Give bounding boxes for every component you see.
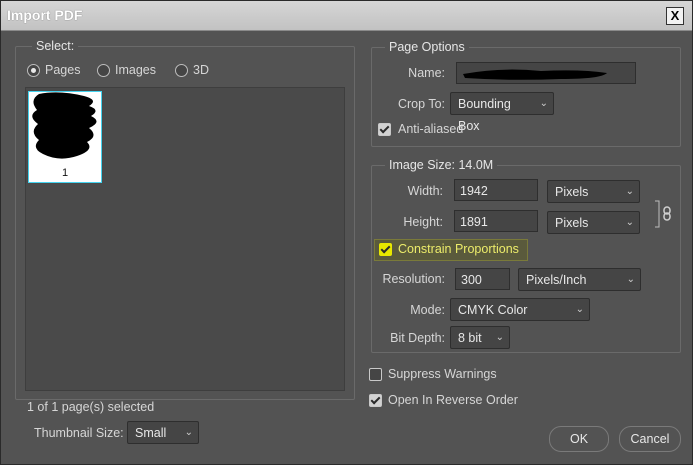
chevron-down-icon: ⌄ <box>495 332 504 343</box>
bit-depth-select[interactable]: 8 bit ⌄ <box>450 326 510 349</box>
close-button[interactable]: X <box>666 7 684 25</box>
width-field[interactable]: 1942 <box>454 179 538 201</box>
redacted-name-mark <box>463 69 607 80</box>
bit-depth-label: Bit Depth: <box>390 331 445 345</box>
name-field[interactable] <box>456 62 636 84</box>
width-unit-select[interactable]: Pixels ⌄ <box>547 180 640 203</box>
height-field[interactable]: 1891 <box>454 210 538 232</box>
thumbnail-size-label: Thumbnail Size: <box>34 426 124 440</box>
thumbnail-size-select[interactable]: Small ⌄ <box>127 421 199 444</box>
resolution-unit-select[interactable]: Pixels/Inch ⌄ <box>518 268 641 291</box>
crop-to-select[interactable]: Bounding Box ⌄ <box>450 92 554 133</box>
mode-value: CMYK Color <box>458 303 528 317</box>
anti-aliased-label[interactable]: Anti-aliased <box>398 122 463 136</box>
reverse-order-label[interactable]: Open In Reverse Order <box>388 393 518 407</box>
radio-pages[interactable] <box>27 64 40 77</box>
cancel-button[interactable]: Cancel <box>619 426 681 452</box>
radio-images-label[interactable]: Images <box>115 63 156 77</box>
title-bar[interactable]: Import PDF X <box>1 1 692 31</box>
suppress-warnings-checkbox[interactable] <box>369 368 382 381</box>
radio-3d-label[interactable]: 3D <box>193 63 209 77</box>
redacted-thumbnail-image <box>32 92 97 159</box>
image-size-legend: Image Size: 14.0M <box>385 158 498 172</box>
bit-depth-value: 8 bit <box>458 331 482 345</box>
chevron-down-icon: ⌄ <box>625 217 634 228</box>
resolution-unit-value: Pixels/Inch <box>526 273 587 287</box>
suppress-warnings-label[interactable]: Suppress Warnings <box>388 367 497 381</box>
resolution-label: Resolution: <box>382 272 445 286</box>
thumbnail-size-value: Small <box>135 426 167 440</box>
import-pdf-dialog: Import PDF X Select: Pages Images 3D 1 1… <box>0 0 693 465</box>
name-label: Name: <box>408 66 445 80</box>
radio-3d[interactable] <box>175 64 188 77</box>
chevron-down-icon: ⌄ <box>575 304 584 315</box>
thumbnail-page-number: 1 <box>61 167 69 179</box>
height-unit-value: Pixels <box>555 216 589 230</box>
selection-status: 1 of 1 page(s) selected <box>27 400 155 414</box>
chevron-down-icon: ⌄ <box>625 186 634 197</box>
radio-pages-label[interactable]: Pages <box>45 63 80 77</box>
constrain-proportions-label[interactable]: Constrain Proportions <box>398 242 519 256</box>
window-title: Import PDF <box>7 7 83 23</box>
link-chain-icon[interactable] <box>653 199 673 229</box>
chevron-down-icon: ⌄ <box>184 427 193 438</box>
crop-to-label: Crop To: <box>397 97 445 111</box>
constrain-proportions-checkbox[interactable] <box>379 243 392 256</box>
select-legend: Select: <box>32 39 79 53</box>
radio-images[interactable] <box>97 64 110 77</box>
mode-select[interactable]: CMYK Color ⌄ <box>450 298 590 321</box>
chevron-down-icon: ⌄ <box>626 274 635 285</box>
anti-aliased-checkbox[interactable] <box>378 123 391 136</box>
width-label: Width: <box>407 184 443 198</box>
height-label: Height: <box>403 215 443 229</box>
thumbnail-area[interactable]: 1 <box>25 87 345 391</box>
page-options-legend: Page Options <box>385 40 469 54</box>
width-unit-value: Pixels <box>555 185 589 199</box>
reverse-order-checkbox[interactable] <box>369 394 382 407</box>
resolution-field[interactable]: 300 <box>455 268 510 290</box>
mode-label: Mode: <box>410 303 445 317</box>
chevron-down-icon: ⌄ <box>539 98 548 109</box>
height-unit-select[interactable]: Pixels ⌄ <box>547 211 640 234</box>
ok-button[interactable]: OK <box>549 426 609 452</box>
page-thumbnail[interactable]: 1 <box>28 91 102 183</box>
